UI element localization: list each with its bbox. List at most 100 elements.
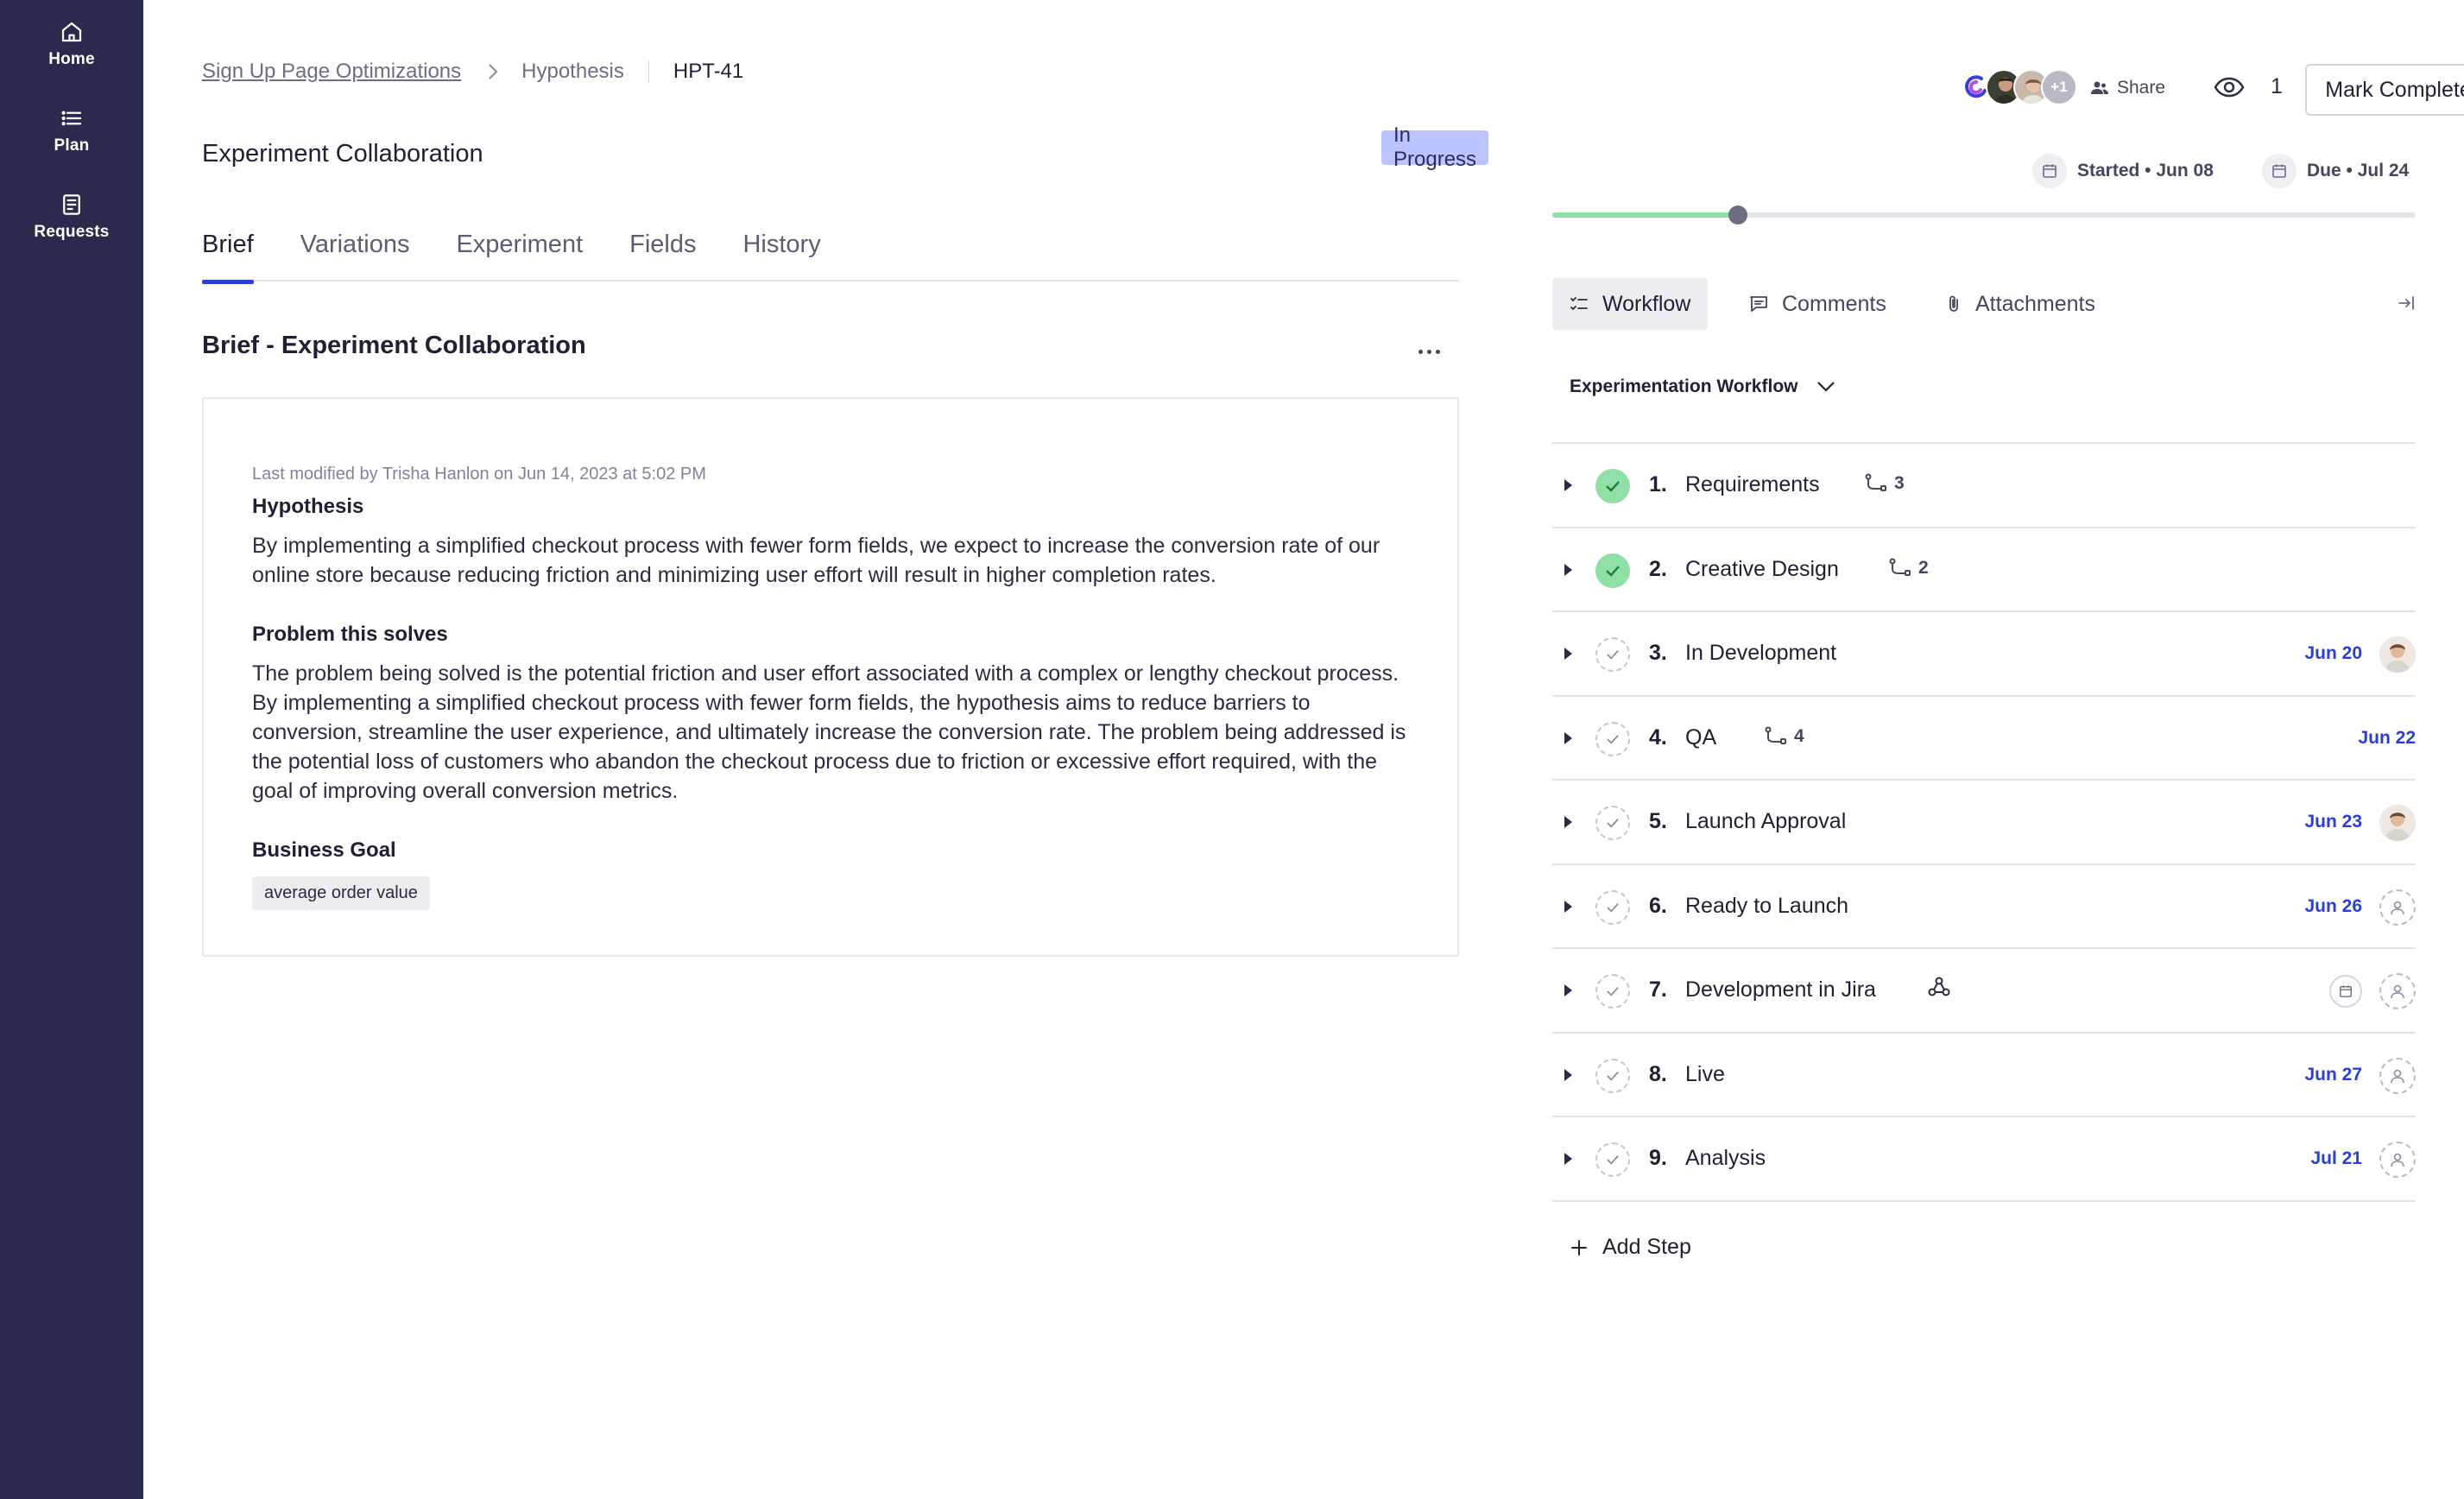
add-step-label: Add Step: [1602, 1235, 1691, 1259]
sidebar: Home Plan Requests: [0, 0, 143, 1499]
more-avatars-badge[interactable]: +1: [2041, 69, 2077, 105]
workflow-step[interactable]: 2. Creative Design 2: [1552, 528, 2416, 612]
step-due-date[interactable]: Jun 27: [2304, 1065, 2362, 1085]
collaborator-avatars[interactable]: +1: [1958, 69, 2077, 105]
chevron-down-icon: [1817, 382, 1835, 392]
check-icon[interactable]: [1595, 1142, 1630, 1177]
breadcrumb-type[interactable]: Hypothesis: [521, 60, 624, 84]
watchers-button[interactable]: 1: [2214, 74, 2283, 99]
step-number: 3.: [1649, 641, 1667, 665]
check-icon[interactable]: [1595, 553, 1630, 588]
caret-right-icon[interactable]: [1563, 984, 1573, 997]
status-badge[interactable]: In Progress: [1381, 123, 1489, 171]
business-goal-tag[interactable]: average order value: [252, 876, 430, 910]
timeline-progress-bar[interactable]: [1552, 206, 2416, 225]
share-button[interactable]: Share: [2091, 78, 2165, 98]
mark-complete-button[interactable]: Mark Complete: [2305, 64, 2464, 116]
caret-right-icon[interactable]: [1563, 900, 1573, 914]
step-label: QA: [1685, 724, 1717, 750]
step-due-date[interactable]: Jun 23: [2304, 812, 2362, 832]
step-label: Creative Design: [1685, 556, 1839, 581]
step-number: 5.: [1649, 809, 1667, 833]
check-icon[interactable]: [1595, 974, 1630, 1009]
start-date[interactable]: Started • Jun 08: [2032, 154, 2214, 188]
workflow-step[interactable]: 3. In Development Jun 20: [1552, 612, 2416, 697]
header-actions: +1 Share 1 Mark Complete: [1552, 64, 2464, 116]
assign-user-icon[interactable]: [2379, 973, 2416, 1009]
tab-comments-label: Comments: [1782, 291, 1886, 316]
check-icon[interactable]: [1595, 806, 1630, 840]
sidebar-item-home[interactable]: Home: [0, 19, 143, 69]
breadcrumb: Sign Up Page Optimizations Hypothesis HP…: [202, 59, 743, 85]
workflow-step[interactable]: 6. Ready to Launch Jun 26: [1552, 865, 2416, 949]
workflow-step[interactable]: 9. Analysis Jul 21: [1552, 1117, 2416, 1202]
step-number: 8.: [1649, 1061, 1667, 1086]
webhook-icon[interactable]: [1927, 975, 1951, 999]
step-due-date[interactable]: Jun 22: [2358, 728, 2416, 749]
sidebar-item-label: Home: [48, 50, 95, 68]
workflow-step[interactable]: 1. Requirements 3: [1552, 444, 2416, 528]
subtask-count[interactable]: 4: [1765, 726, 1804, 747]
check-icon[interactable]: [1595, 889, 1630, 925]
check-icon[interactable]: [1595, 1058, 1630, 1093]
due-date-label: Due • Jul 24: [2307, 161, 2410, 180]
avatar[interactable]: [2379, 636, 2416, 673]
step-due-date[interactable]: Jun 26: [2304, 896, 2362, 917]
caret-right-icon[interactable]: [1563, 563, 1573, 577]
step-number: 6.: [1649, 893, 1667, 918]
tab-variations[interactable]: Variations: [300, 228, 410, 281]
caret-right-icon[interactable]: [1563, 478, 1573, 492]
problem-text[interactable]: The problem being solved is the potentia…: [252, 659, 1409, 806]
more-options-icon[interactable]: [1418, 350, 1440, 354]
breadcrumb-project-link[interactable]: Sign Up Page Optimizations: [202, 60, 461, 84]
tab-workflow-label: Workflow: [1602, 291, 1691, 316]
workflow-selector[interactable]: Experimentation Workflow: [1570, 376, 1835, 397]
collapse-panel-icon[interactable]: [2397, 294, 2416, 317]
tab-comments[interactable]: Comments: [1732, 278, 1904, 330]
avatar[interactable]: [2379, 805, 2416, 841]
step-due-date[interactable]: Jul 21: [2310, 1148, 2362, 1169]
check-icon[interactable]: [1595, 469, 1630, 503]
subtask-count[interactable]: 2: [1889, 558, 1929, 579]
due-date[interactable]: Due • Jul 24: [2262, 154, 2409, 188]
caret-right-icon[interactable]: [1563, 815, 1573, 829]
assign-user-icon[interactable]: [2379, 1057, 2416, 1094]
workflow-step[interactable]: 8. Live Jun 27: [1552, 1034, 2416, 1117]
home-icon: [61, 22, 82, 42]
document-icon: [63, 194, 80, 215]
check-icon[interactable]: [1595, 721, 1630, 756]
brief-section-title: Brief - Experiment Collaboration: [202, 332, 586, 359]
workflow-step[interactable]: 5. Launch Approval Jun 23: [1552, 781, 2416, 865]
sidebar-item-plan[interactable]: Plan: [0, 105, 143, 155]
subtask-count[interactable]: 3: [1865, 473, 1905, 494]
add-step-button[interactable]: Add Step: [1570, 1235, 1691, 1260]
tab-workflow[interactable]: Workflow: [1552, 278, 1709, 330]
tab-experiment[interactable]: Experiment: [456, 228, 583, 281]
sidebar-item-requests[interactable]: Requests: [0, 192, 143, 242]
tab-attachments[interactable]: Attachments: [1929, 278, 2113, 330]
workflow-steps: 1. Requirements 3 2. Creative Design 2 3…: [1552, 442, 2416, 1202]
caret-right-icon[interactable]: [1563, 1152, 1573, 1166]
assign-user-icon[interactable]: [2379, 1142, 2416, 1178]
check-icon[interactable]: [1595, 637, 1630, 672]
caret-right-icon[interactable]: [1563, 647, 1573, 661]
set-due-date-icon[interactable]: [2329, 975, 2362, 1008]
breadcrumb-divider: [648, 60, 649, 83]
workflow-step[interactable]: 4. QA 4 Jun 22: [1552, 697, 2416, 781]
hypothesis-text[interactable]: By implementing a simplified checkout pr…: [252, 531, 1409, 590]
tab-history[interactable]: History: [742, 228, 820, 281]
chevron-right-icon: [487, 62, 499, 81]
tab-fields[interactable]: Fields: [629, 228, 696, 281]
caret-right-icon[interactable]: [1563, 1068, 1573, 1082]
workflow-title: Experimentation Workflow: [1570, 376, 1798, 396]
eye-icon: [2214, 77, 2245, 97]
progress-handle[interactable]: [1728, 206, 1747, 225]
step-label: Live: [1685, 1061, 1725, 1086]
tab-brief[interactable]: Brief: [202, 228, 254, 284]
workflow-step[interactable]: 7. Development in Jira: [1552, 949, 2416, 1034]
caret-right-icon[interactable]: [1563, 731, 1573, 745]
step-label: In Development: [1685, 641, 1837, 665]
step-due-date[interactable]: Jun 20: [2304, 643, 2362, 664]
hypothesis-label: Hypothesis: [252, 495, 364, 518]
assign-user-icon[interactable]: [2379, 889, 2416, 926]
